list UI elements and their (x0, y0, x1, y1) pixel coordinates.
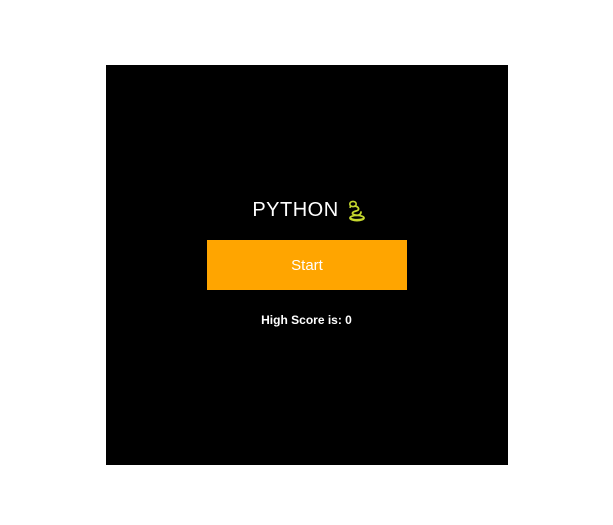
game-title-text: PYTHON (252, 198, 339, 221)
start-button[interactable]: Start (207, 240, 407, 290)
game-title: PYTHON (0, 196, 613, 224)
snake-icon (347, 200, 367, 222)
high-score-value: 0 (345, 313, 352, 327)
high-score: High Score is: 0 (0, 313, 613, 327)
high-score-label: High Score is: (261, 313, 342, 327)
